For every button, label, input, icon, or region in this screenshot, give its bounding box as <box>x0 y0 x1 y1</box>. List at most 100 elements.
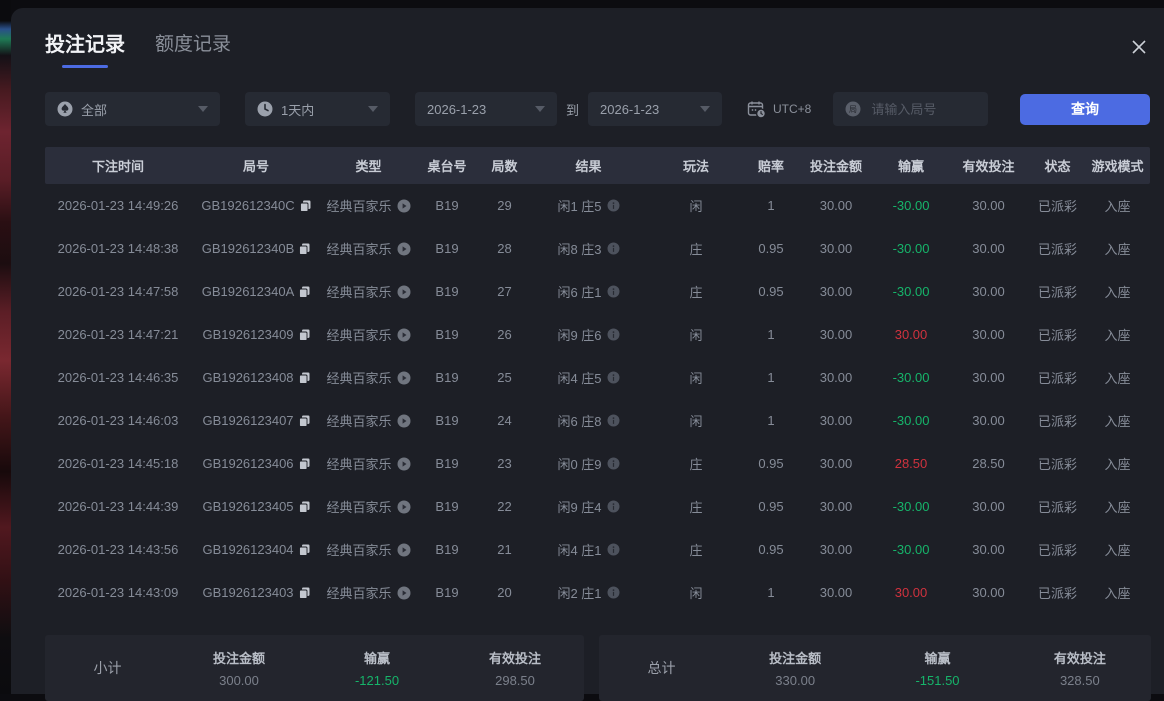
copy-icon[interactable] <box>299 243 310 255</box>
cell-game-mode: 入座 <box>1084 196 1151 215</box>
replay-icon[interactable] <box>397 500 411 514</box>
header-bet-time: 下注时间 <box>45 156 191 175</box>
game-type-text: 经典百家乐 <box>326 368 391 387</box>
cell-round-id: GB192612340B <box>191 241 321 256</box>
subtotal-bet-stat: 投注金额 300.00 <box>170 648 308 688</box>
copy-icon[interactable] <box>299 544 310 556</box>
header-result: 结果 <box>531 156 646 175</box>
replay-icon[interactable] <box>397 328 411 342</box>
cell-round-no: 23 <box>478 456 531 471</box>
cell-bet-amount: 30.00 <box>796 327 876 342</box>
date-to-select[interactable]: 2026-1-23 <box>588 92 722 126</box>
cell-bet-time: 2026-01-23 14:47:58 <box>45 284 191 299</box>
date-to-value: 2026-1-23 <box>600 102 692 117</box>
cell-valid-bet: 30.00 <box>946 241 1031 256</box>
table-row: 2026-01-23 14:44:39 GB1926123405 经典百家乐 B… <box>45 485 1150 528</box>
cell-odds: 0.95 <box>746 241 796 256</box>
copy-icon[interactable] <box>299 372 310 384</box>
copy-icon[interactable] <box>300 200 311 212</box>
round-search-input[interactable] <box>869 101 976 118</box>
replay-icon[interactable] <box>397 371 411 385</box>
tab-quota-records[interactable]: 额度记录 <box>155 32 231 68</box>
replay-icon[interactable] <box>397 242 411 256</box>
cell-play: 庄 <box>646 239 746 258</box>
cell-valid-bet: 30.00 <box>946 542 1031 557</box>
cell-status: 已派彩 <box>1031 454 1084 473</box>
cell-valid-bet: 30.00 <box>946 585 1031 600</box>
replay-icon[interactable] <box>397 414 411 428</box>
round-id-text: GB1926123404 <box>202 542 293 557</box>
cell-bet-time: 2026-01-23 14:44:39 <box>45 499 191 514</box>
result-info-icon[interactable] <box>607 457 620 470</box>
replay-icon[interactable] <box>397 586 411 600</box>
replay-icon[interactable] <box>397 543 411 557</box>
clock-icon <box>257 101 273 117</box>
copy-icon[interactable] <box>299 415 310 427</box>
result-info-icon[interactable] <box>607 586 620 599</box>
cell-table-no: B19 <box>416 499 478 514</box>
result-info-icon[interactable] <box>607 328 620 341</box>
total-bet-label: 投注金额 <box>769 648 821 667</box>
replay-icon[interactable] <box>397 457 411 471</box>
cell-table-no: B19 <box>416 456 478 471</box>
replay-icon[interactable] <box>397 285 411 299</box>
cell-round-no: 26 <box>478 327 531 342</box>
result-info-icon[interactable] <box>607 500 620 513</box>
cell-winloss: 28.50 <box>876 456 946 471</box>
result-text: 闲2 庄1 <box>557 583 601 602</box>
subtotal-winloss-value: -121.50 <box>355 673 399 688</box>
cell-round-no: 25 <box>478 370 531 385</box>
time-range-select[interactable]: 1天内 <box>245 92 390 126</box>
result-info-icon[interactable] <box>607 199 620 212</box>
cell-table-no: B19 <box>416 327 478 342</box>
result-info-icon[interactable] <box>607 242 620 255</box>
round-search-field[interactable]: 局 <box>833 92 988 126</box>
copy-icon[interactable] <box>299 329 310 341</box>
tab-betting-records[interactable]: 投注记录 <box>45 32 125 68</box>
cell-play: 庄 <box>646 282 746 301</box>
cell-winloss: -30.00 <box>876 542 946 557</box>
cell-odds: 1 <box>746 198 796 213</box>
result-info-icon[interactable] <box>607 543 620 556</box>
cell-bet-amount: 30.00 <box>796 413 876 428</box>
cell-bet-amount: 30.00 <box>796 284 876 299</box>
subtotal-valid-value: 298.50 <box>495 673 535 688</box>
cell-valid-bet: 30.00 <box>946 413 1031 428</box>
replay-icon[interactable] <box>397 199 411 213</box>
copy-icon[interactable] <box>299 587 310 599</box>
cell-odds: 1 <box>746 327 796 342</box>
result-info-icon[interactable] <box>607 414 620 427</box>
table-row: 2026-01-23 14:43:09 GB1926123403 经典百家乐 B… <box>45 571 1150 614</box>
header-status: 状态 <box>1031 156 1084 175</box>
header-bet-amount: 投注金额 <box>796 156 876 175</box>
cell-table-no: B19 <box>416 370 478 385</box>
cell-valid-bet: 30.00 <box>946 198 1031 213</box>
total-winloss-value: -151.50 <box>915 673 959 688</box>
svg-text:局: 局 <box>849 105 857 114</box>
copy-icon[interactable] <box>299 458 310 470</box>
copy-icon[interactable] <box>299 501 310 513</box>
cell-status: 已派彩 <box>1031 411 1084 430</box>
result-info-icon[interactable] <box>607 285 620 298</box>
result-text: 闲9 庄4 <box>557 497 601 516</box>
date-from-select[interactable]: 2026-1-23 <box>415 92 557 126</box>
close-icon[interactable] <box>1122 30 1156 64</box>
query-button[interactable]: 查询 <box>1020 94 1150 125</box>
cell-round-no: 20 <box>478 585 531 600</box>
game-type-text: 经典百家乐 <box>326 583 391 602</box>
cell-round-id: GB1926123407 <box>191 413 321 428</box>
game-type-select[interactable]: 全部 <box>45 92 220 126</box>
copy-icon[interactable] <box>299 286 310 298</box>
cell-status: 已派彩 <box>1031 325 1084 344</box>
result-text: 闲9 庄6 <box>557 325 601 344</box>
result-info-icon[interactable] <box>607 371 620 384</box>
cell-odds: 1 <box>746 585 796 600</box>
chevron-down-icon <box>198 106 208 112</box>
timezone-control[interactable]: UTC+8 <box>747 100 811 118</box>
header-play: 玩法 <box>646 156 746 175</box>
cell-table-no: B19 <box>416 585 478 600</box>
cell-game-type: 经典百家乐 <box>321 497 416 516</box>
cell-winloss: -30.00 <box>876 241 946 256</box>
cell-round-no: 27 <box>478 284 531 299</box>
cell-bet-time: 2026-01-23 14:46:03 <box>45 413 191 428</box>
